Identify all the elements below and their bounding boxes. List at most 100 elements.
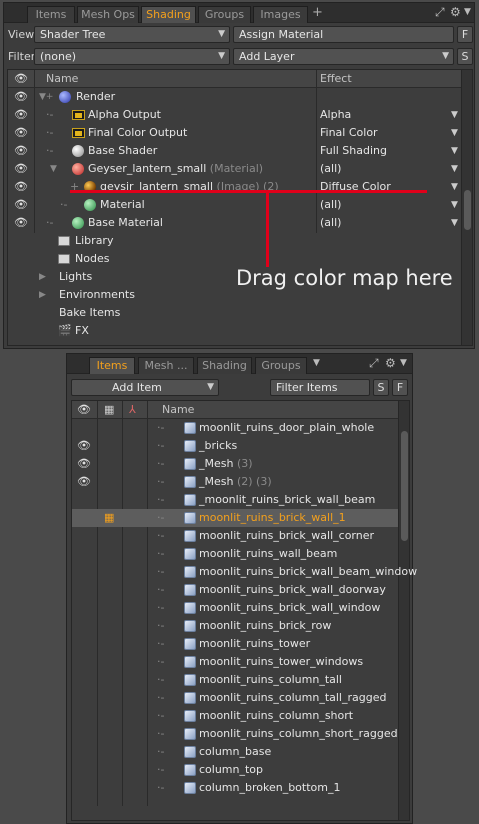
item-name: _moonlit_ruins_brick_wall_beam [199,491,375,509]
eye-icon[interactable]: 👁 [14,214,28,232]
expand-icon[interactable]: + [70,178,79,196]
f-button[interactable]: F [392,379,408,396]
item-row[interactable]: 👁 ·- _Mesh (2) (3) [72,473,398,491]
chevron-down-icon[interactable]: ▼ [464,7,471,17]
eye-icon[interactable]: 👁 [14,106,28,124]
expand-icon[interactable]: ⤢ [369,356,379,371]
tab-groups[interactable]: Groups [255,357,307,374]
eye-icon[interactable]: 👁 [77,437,91,455]
tree-row-base-material[interactable]: 👁 ·- Base Material (all) ▼ [8,214,461,232]
tab-images[interactable]: Images [253,6,308,23]
item-row[interactable]: ·- moonlit_ruins_column_tall [72,671,398,689]
eye-icon[interactable]: 👁 [14,178,28,196]
item-row[interactable]: 👁 ·- _bricks [72,437,398,455]
expand-icon[interactable]: ▶ [39,268,46,286]
item-row[interactable]: ·- moonlit_ruins_brick_wall_beam_window [72,563,417,581]
collapse-icon[interactable]: ▼ [50,160,57,178]
item-row[interactable]: ·- moonlit_ruins_wall_beam [72,545,398,563]
item-row[interactable]: ·- moonlit_ruins_column_short [72,707,398,725]
gear-icon[interactable]: ⚙ [450,5,461,19]
tab-groups[interactable]: Groups [198,6,251,23]
scrollbar-thumb[interactable] [401,431,408,541]
tab-mesh[interactable]: Mesh ... [138,357,194,374]
gear-icon[interactable]: ⚙ [385,356,396,370]
scrollbar[interactable] [398,401,409,820]
s-button[interactable]: S [373,379,389,396]
item-name-text: _Mesh [199,457,234,470]
item-row[interactable]: ·- moonlit_ruins_brick_wall_window [72,599,398,617]
expand-icon[interactable]: ⤢ [435,5,445,20]
items-list-header: 👁 ▦ ⅄ Name [72,401,398,419]
assign-material-button[interactable]: Assign Material [233,26,454,43]
tab-items[interactable]: Items [27,6,75,23]
item-row[interactable]: ·- moonlit_ruins_brick_row [72,617,398,635]
item-row[interactable]: ·- moonlit_ruins_brick_wall_corner [72,527,398,545]
tree-row-image-layer[interactable]: 👁 + geysir_lantern_small (Image) (2) Dif… [8,178,461,196]
tree-line: ·- [157,421,165,434]
tree-row-material[interactable]: 👁 ·- Material (all) ▼ [8,196,461,214]
eye-icon[interactable]: 👁 [14,196,28,214]
item-name: column_base [199,743,271,761]
row-name: Library [75,234,114,247]
tree-item-library[interactable]: Library [8,232,308,250]
mesh-icon [184,710,196,722]
chevron-down-icon[interactable]: ▼ [313,358,320,368]
chevron-down-icon[interactable]: ▼ [451,106,458,124]
add-item-button[interactable]: Add Item ▼ [71,379,219,396]
chevron-down-icon[interactable]: ▼ [451,142,458,160]
tree-item-fx[interactable]: 🎬 FX [8,322,308,340]
eye-icon[interactable]: 👁 [77,473,91,491]
eye-icon[interactable]: 👁 [14,88,28,106]
filter-select[interactable]: (none) ▼ [34,48,230,65]
collapse-icon[interactable]: ▼+ [39,88,53,106]
item-row[interactable]: ·- column_base [72,743,398,761]
item-row[interactable]: ·- _moonlit_ruins_brick_wall_beam [72,491,398,509]
eye-icon[interactable]: 👁 [14,124,28,142]
chevron-down-icon[interactable]: ▼ [451,178,458,196]
tree-line: ·- [157,511,165,524]
item-row[interactable]: 👁 ·- _Mesh (3) [72,455,398,473]
item-name: moonlit_ruins_tower [199,635,310,653]
tree-row-base-shader[interactable]: 👁 ·- Base Shader Full Shading ▼ [8,142,461,160]
eye-icon[interactable]: 👁 [14,142,28,160]
tab-items[interactable]: Items [89,357,135,374]
item-row[interactable]: ·- moonlit_ruins_column_tall_ragged [72,689,398,707]
tree-row-render[interactable]: 👁 ▼+ Render [8,88,461,106]
scrollbar[interactable] [461,70,472,345]
scrollbar-thumb[interactable] [464,190,471,230]
tab-shading[interactable]: Shading [141,6,196,23]
chevron-down-icon[interactable]: ▼ [400,358,407,368]
chevron-down-icon[interactable]: ▼ [451,124,458,142]
filter-items-input[interactable]: Filter Items [270,379,370,396]
tree-item-bake-items[interactable]: Bake Items [8,304,308,322]
add-layer-button[interactable]: Add Layer ▼ [233,48,454,65]
item-row[interactable]: ·- moonlit_ruins_tower [72,635,398,653]
tab-mesh-ops[interactable]: Mesh Ops [77,6,139,23]
tab-shading[interactable]: Shading [197,357,252,374]
eye-icon[interactable]: 👁 [77,455,91,473]
add-tab-icon[interactable]: + [312,5,323,20]
item-row[interactable]: ▦ ·- moonlit_ruins_brick_wall_1 [72,509,398,527]
s-button[interactable]: S [457,48,473,65]
tree-row-alpha-output[interactable]: 👁 ·- Alpha Output Alpha ▼ [8,106,461,124]
f-button[interactable]: F [457,26,473,43]
item-row[interactable]: ·- column_broken_bottom_1 [72,779,398,797]
mesh-icon [184,458,196,470]
view-select[interactable]: Shader Tree ▼ [34,26,230,43]
chevron-down-icon[interactable]: ▼ [451,196,458,214]
tree-row-final-color-output[interactable]: 👁 ·- Final Color Output Final Color ▼ [8,124,461,142]
render-toggle-icon[interactable]: ▦ [104,509,114,527]
chevron-down-icon[interactable]: ▼ [451,160,458,178]
tree-row-material-group[interactable]: 👁 ▼ Geyser_lantern_small (Material) (all… [8,160,461,178]
eye-icon[interactable]: 👁 [14,160,28,178]
item-row[interactable]: ·- moonlit_ruins_tower_windows [72,653,398,671]
expand-icon[interactable]: ▶ [39,286,46,304]
item-row[interactable]: ·- moonlit_ruins_door_plain_whole [72,419,398,437]
item-row[interactable]: ·- column_top [72,761,398,779]
item-row[interactable]: ·- moonlit_ruins_brick_wall_doorway [72,581,398,599]
row-name: Material [100,198,145,211]
item-name: moonlit_ruins_brick_wall_doorway [199,581,386,599]
item-row[interactable]: ·- moonlit_ruins_column_short_ragged [72,725,398,743]
item-name-text: column_top [199,763,264,776]
chevron-down-icon[interactable]: ▼ [451,214,458,232]
